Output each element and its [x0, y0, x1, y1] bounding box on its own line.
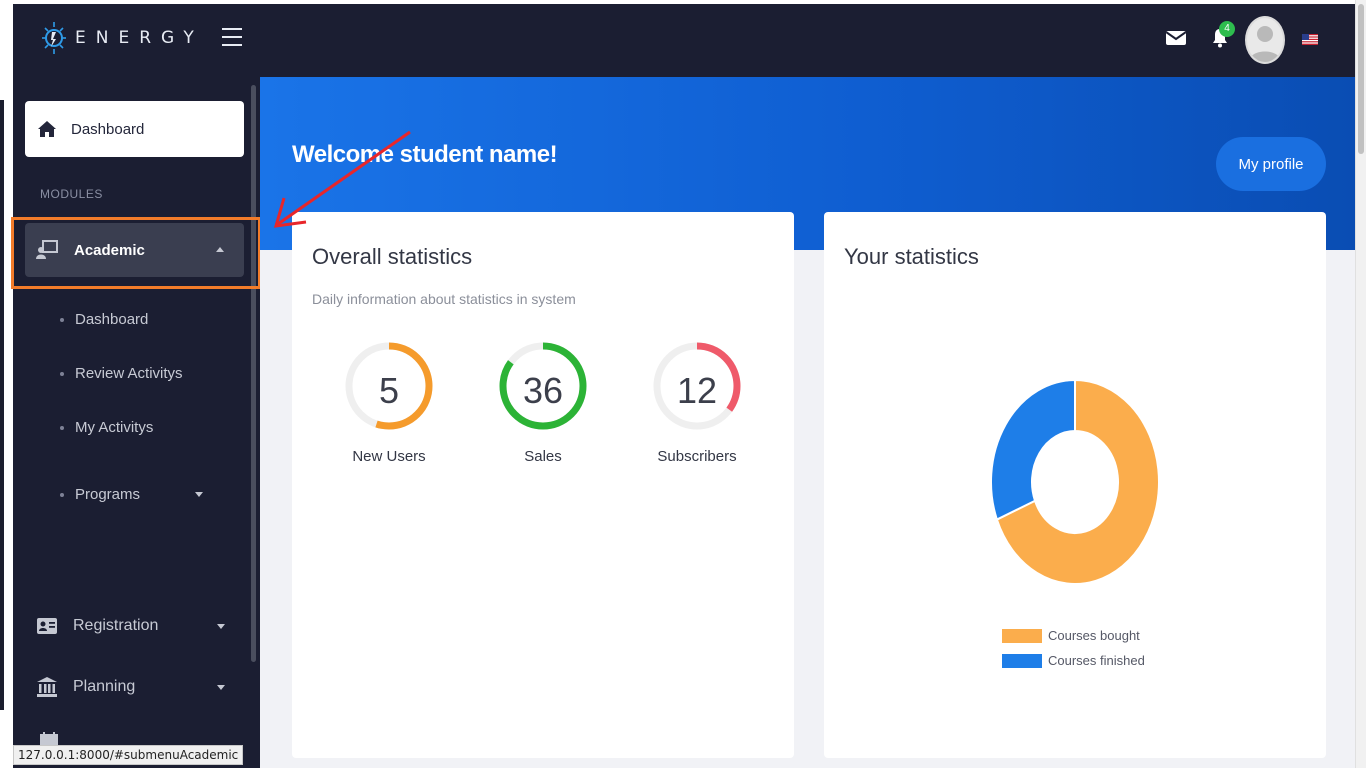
legend-item[interactable]: Courses finished: [1002, 653, 1145, 668]
id-card-icon: [37, 618, 57, 634]
your-statistics-card: Your statistics Courses bought Courses f…: [824, 212, 1326, 758]
mail-icon[interactable]: [1166, 31, 1186, 45]
notification-badge: 4: [1219, 21, 1235, 37]
sidebar-item-registration[interactable]: Registration: [37, 617, 237, 635]
card-subtitle: Daily information about statistics in sy…: [312, 291, 576, 307]
card-title: Overall statistics: [312, 244, 473, 269]
gauge-label: Sales: [524, 448, 562, 465]
bullet-icon: [60, 371, 64, 376]
home-icon: [38, 121, 56, 137]
calendar-icon[interactable]: [40, 732, 58, 746]
gauge-subscribers: 12 Subscribers: [651, 340, 743, 465]
bullet-icon: [60, 492, 64, 497]
scrollbar-thumb[interactable]: [1358, 4, 1364, 154]
annotation-highlight-box: [11, 217, 261, 289]
submenu-item-label: My Activitys: [75, 419, 154, 436]
brand-logo[interactable]: ENERGY: [41, 20, 204, 56]
legend-item[interactable]: Courses bought: [1002, 628, 1145, 643]
gauge-value: 5: [378, 370, 400, 411]
bullet-icon: [60, 317, 64, 322]
sidebar-item-dashboard[interactable]: Dashboard: [25, 101, 244, 157]
card-title: Your statistics: [844, 244, 979, 269]
gauge-sales: 36 Sales: [497, 340, 589, 465]
sidebar-item-planning[interactable]: Planning: [37, 677, 237, 697]
overall-statistics-card: Overall statistics Daily information abo…: [292, 212, 794, 758]
page-scrollbar[interactable]: [1355, 0, 1366, 768]
chevron-down-icon: [217, 624, 225, 629]
gauge-value: 36: [522, 370, 564, 411]
gauge-label: New Users: [352, 448, 426, 465]
submenu-item-label: Programs: [75, 486, 141, 503]
my-profile-button[interactable]: My profile: [1216, 137, 1326, 191]
sidebar-item-label: Dashboard: [71, 120, 145, 138]
sidebar-section-title: MODULES: [40, 187, 103, 201]
legend-swatch: [1002, 653, 1042, 668]
submenu-item-review-activitys[interactable]: Review Activitys: [60, 365, 183, 382]
legend-label: Courses bought: [1048, 628, 1140, 643]
gauge-value: 12: [676, 370, 718, 411]
main-content: Welcome student name! My profile Overall…: [260, 77, 1355, 768]
sidebar-item-label: Planning: [73, 678, 136, 695]
gauge-new-users: 5 New Users: [343, 340, 435, 465]
legend-swatch: [1002, 628, 1042, 643]
legend-label: Courses finished: [1048, 653, 1145, 668]
chevron-down-icon: [195, 492, 204, 497]
submenu-item-my-activitys[interactable]: My Activitys: [60, 419, 153, 436]
status-bar-url: 127.0.0.1:8000/#submenuAcademic: [13, 745, 244, 765]
submenu-item-label: Review Activitys: [75, 365, 183, 382]
energy-logo-icon: [42, 22, 66, 54]
chevron-down-icon: [217, 685, 225, 690]
bank-icon: [37, 677, 57, 697]
submenu-item-dashboard[interactable]: Dashboard: [60, 311, 148, 328]
submenu-item-programs[interactable]: Programs: [60, 486, 204, 503]
annotation-arrow-icon: [273, 130, 411, 228]
chart-legend: Courses bought Courses finished: [1002, 628, 1145, 678]
gauge-label: Subscribers: [657, 448, 737, 465]
courses-donut-chart: [990, 378, 1160, 585]
user-avatar[interactable]: [1245, 16, 1285, 64]
window-left-dark-edge: [0, 100, 4, 710]
donut-slice-courses-finished[interactable]: [990, 378, 1076, 521]
sidebar-scrollbar[interactable]: [251, 85, 256, 662]
us-flag-icon[interactable]: [1302, 34, 1318, 45]
submenu-item-label: Dashboard: [75, 311, 149, 328]
top-navbar: ENERGY 4: [13, 4, 1355, 77]
sidebar: Dashboard MODULES Academic Dashboard Rev…: [13, 77, 260, 768]
menu-icon[interactable]: [222, 28, 242, 46]
brand-name: ENERGY: [75, 28, 204, 48]
sidebar-item-label: Registration: [73, 617, 159, 634]
bullet-icon: [60, 425, 64, 430]
